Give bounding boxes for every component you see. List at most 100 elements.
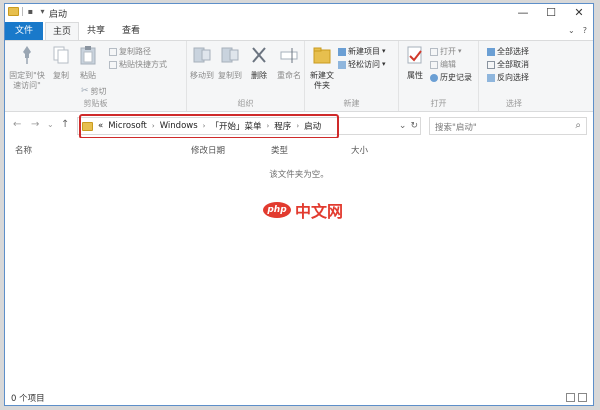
column-header-modified[interactable]: 修改日期 [191, 144, 225, 156]
copy-label: 复制 [53, 71, 69, 80]
copy-path-icon [109, 47, 117, 56]
properties-icon[interactable]: ▪ [26, 7, 35, 16]
new-folder-button[interactable]: 新建文件夹 [309, 44, 335, 91]
watermark-text: 中文网 [295, 202, 344, 221]
details-view-icon[interactable] [566, 393, 575, 402]
view-toggles [566, 393, 587, 402]
new-folder-label: 新建文件夹 [310, 71, 334, 90]
pin-icon [23, 46, 31, 64]
tab-home[interactable]: 主页 [45, 22, 79, 40]
tab-file[interactable]: 文件 [5, 22, 43, 40]
copy-to-label: 复制到 [218, 71, 242, 80]
minimize-button[interactable]: — [509, 4, 537, 22]
forward-button[interactable]: → [31, 119, 39, 130]
invert-selection-icon [487, 73, 495, 82]
history-label: 历史记录 [440, 73, 472, 82]
search-placeholder: 搜索"启动" [435, 123, 477, 133]
dropdown-icon[interactable]: ▾ [38, 7, 47, 16]
ribbon: 固定到"快速访问" 复制 粘贴 复制路径 粘贴快捷方式 ✂ 剪切 剪贴板 移动到… [5, 40, 593, 112]
paste-label: 粘贴 [80, 71, 96, 80]
select-none-label: 全部取消 [497, 60, 529, 69]
address-actions: ⌄ ↻ [399, 118, 418, 134]
folder-icon [8, 7, 19, 16]
rename-button[interactable]: 重命名 [275, 44, 303, 81]
search-box[interactable]: 搜索"启动" ⌕ [429, 117, 587, 135]
open-group: 属性 打开 ▾ 编辑 历史记录 打开 [399, 41, 479, 111]
file-list[interactable]: 名称 修改日期 类型 大小 该文件夹为空。 php 中文网 [5, 138, 593, 392]
ribbon-options: ⌄ ? [568, 26, 587, 35]
easy-access-icon [338, 60, 346, 69]
back-button[interactable]: ← [13, 119, 21, 130]
cut-label: 剪切 [90, 87, 107, 96]
address-highlight-box [79, 114, 339, 139]
address-dropdown-button[interactable]: ⌄ [399, 121, 407, 131]
move-to-icon [193, 47, 211, 63]
new-item-button[interactable]: 新建项目 ▾ [338, 46, 386, 57]
explorer-window: ▪ ▾ 启动 — ☐ ✕ 文件 主页 共享 查看 ⌄ ? 固定到"快速访问" 复… [4, 3, 594, 406]
select-none-button[interactable]: 全部取消 [487, 59, 529, 70]
new-item-label: 新建项目 [348, 47, 380, 56]
copy-icon [53, 46, 69, 64]
pin-quick-access-button[interactable]: 固定到"快速访问" [7, 44, 47, 91]
copy-to-icon [221, 47, 239, 63]
open-button[interactable]: 打开 ▾ [430, 46, 462, 57]
ribbon-tabs: 文件 主页 共享 查看 ⌄ ? [5, 22, 593, 40]
organize-group-label: 组织 [237, 99, 254, 108]
paste-button[interactable]: 粘贴 [75, 44, 101, 81]
select-group-label: 选择 [506, 99, 522, 108]
window-title: 启动 [49, 10, 68, 20]
help-icon[interactable]: ? [583, 26, 587, 35]
paste-icon [80, 46, 96, 65]
new-group-label: 新建 [343, 99, 360, 108]
tab-share[interactable]: 共享 [83, 22, 109, 40]
easy-access-label: 轻松访问 [348, 60, 380, 69]
close-button[interactable]: ✕ [565, 4, 593, 22]
quick-access-toolbar: ▪ ▾ [8, 7, 47, 16]
delete-button[interactable]: 删除 [247, 44, 271, 81]
paste-shortcut-label: 粘贴快捷方式 [119, 60, 167, 69]
edit-label: 编辑 [440, 60, 456, 69]
status-bar: 0 个项目 [5, 391, 593, 405]
column-header-type[interactable]: 类型 [271, 144, 288, 156]
select-all-icon [487, 47, 495, 56]
edit-button[interactable]: 编辑 [430, 59, 456, 70]
open-label: 打开 [440, 47, 456, 56]
invert-selection-label: 反向选择 [497, 73, 529, 82]
maximize-button[interactable]: ☐ [537, 4, 565, 22]
window-controls: — ☐ ✕ [509, 4, 593, 22]
rename-icon [280, 48, 298, 63]
invert-selection-button[interactable]: 反向选择 [487, 72, 529, 83]
large-icons-view-icon[interactable] [578, 393, 587, 402]
new-item-icon [338, 47, 346, 56]
move-to-button[interactable]: 移动到 [189, 44, 215, 81]
copy-to-button[interactable]: 复制到 [217, 44, 243, 81]
expand-ribbon-icon[interactable]: ⌄ [568, 26, 575, 35]
copy-button[interactable]: 复制 [49, 44, 73, 81]
select-group: 全部选择 全部取消 反向选择 选择 [479, 41, 549, 111]
easy-access-button[interactable]: 轻松访问 ▾ [338, 59, 386, 70]
copy-path-button[interactable]: 复制路径 [109, 46, 151, 57]
properties-label: 属性 [407, 71, 423, 80]
paste-shortcut-button[interactable]: 粘贴快捷方式 [109, 59, 167, 70]
tab-view[interactable]: 查看 [117, 22, 145, 40]
clipboard-group-label: 剪贴板 [83, 99, 108, 108]
edit-icon [430, 60, 438, 69]
search-icon[interactable]: ⌕ [575, 120, 581, 131]
rename-label: 重命名 [277, 71, 301, 80]
properties-button[interactable]: 属性 [403, 44, 427, 81]
item-count: 0 个项目 [11, 394, 45, 404]
recent-locations-button[interactable]: ⌄ [47, 120, 54, 129]
delete-label: 删除 [251, 71, 267, 80]
empty-folder-message: 该文件夹为空。 [269, 170, 329, 180]
cut-button[interactable]: ✂ 剪切 [81, 86, 107, 97]
history-button[interactable]: 历史记录 [430, 72, 472, 83]
refresh-icon[interactable]: ↻ [410, 121, 418, 131]
scissors-icon: ✂ [81, 86, 89, 96]
open-group-label: 打开 [430, 99, 447, 108]
select-all-button[interactable]: 全部选择 [487, 46, 529, 57]
column-header-name[interactable]: 名称 [15, 144, 32, 156]
up-button[interactable]: ↑ [61, 119, 69, 130]
organize-group: 移动到 复制到 删除 重命名 组织 [187, 41, 305, 111]
column-header-size[interactable]: 大小 [351, 144, 368, 156]
new-folder-icon [313, 47, 331, 64]
